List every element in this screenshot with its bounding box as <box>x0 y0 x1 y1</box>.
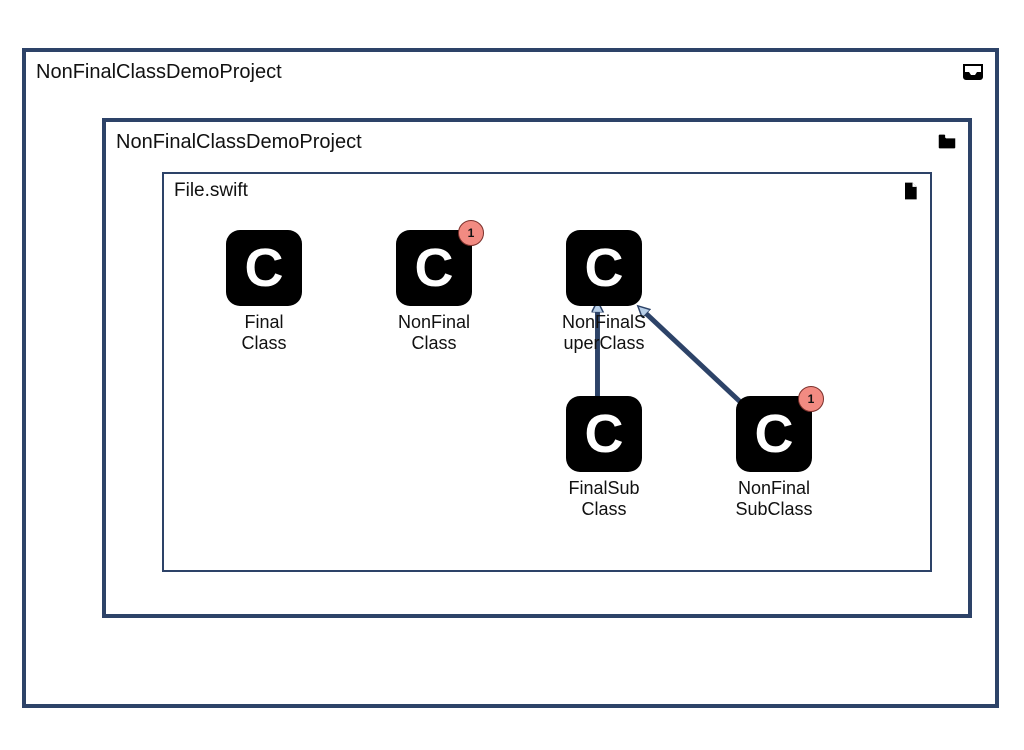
node-nonfinal-superclass[interactable]: C NonFinalSuperClass <box>554 230 654 353</box>
node-label: FinalClass <box>214 312 314 353</box>
node-final-subclass[interactable]: C FinalSubClass <box>554 396 654 519</box>
warning-badge[interactable]: 1 <box>458 220 484 246</box>
class-tile: C <box>566 396 642 472</box>
class-glyph: C <box>415 241 454 295</box>
node-nonfinal-class[interactable]: C 1 NonFinalClass <box>384 230 484 353</box>
class-glyph: C <box>585 407 624 461</box>
warning-badge[interactable]: 1 <box>798 386 824 412</box>
class-tile: C 1 <box>396 230 472 306</box>
project-outer-title: NonFinalClassDemoProject <box>36 61 961 84</box>
project-mid-title: NonFinalClassDemoProject <box>116 131 936 154</box>
node-label: NonFinalSubClass <box>724 478 824 519</box>
class-glyph: C <box>585 241 624 295</box>
project-mid-header: NonFinalClassDemoProject <box>106 122 968 158</box>
folder-icon <box>936 131 958 153</box>
project-outer-panel: NonFinalClassDemoProject NonFinalClassDe… <box>22 48 999 708</box>
class-glyph: C <box>245 241 284 295</box>
node-label: NonFinalClass <box>384 312 484 353</box>
node-label: NonFinalSuperClass <box>554 312 654 353</box>
project-outer-header: NonFinalClassDemoProject <box>26 52 995 88</box>
arrow-nonfinalsub-to-super <box>645 313 740 402</box>
class-glyph: C <box>755 407 794 461</box>
node-nonfinal-subclass[interactable]: C 1 NonFinalSubClass <box>724 396 824 519</box>
class-tile: C <box>226 230 302 306</box>
class-tile: C 1 <box>736 396 812 472</box>
inbox-icon <box>961 60 985 84</box>
node-label: FinalSubClass <box>554 478 654 519</box>
file-panel: File.swift <box>162 172 932 572</box>
class-tile: C <box>566 230 642 306</box>
diagram-canvas: C FinalClass C 1 NonFinalClass C NonFina… <box>164 174 930 570</box>
node-final-class[interactable]: C FinalClass <box>214 230 314 353</box>
project-mid-panel: NonFinalClassDemoProject File.swift <box>102 118 972 618</box>
